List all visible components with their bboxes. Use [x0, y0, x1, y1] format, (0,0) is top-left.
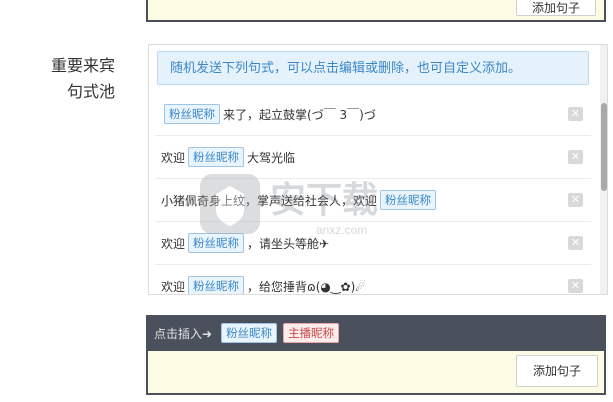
- sentence-row[interactable]: 欢迎 粉丝昵称 ，请坐头等舱✈ ✕: [155, 222, 591, 265]
- sentence-list: 粉丝昵称 来了，起立鼓掌(づ￣ 3￣)づ ✕ 欢迎 粉丝昵称 大驾光临 ✕ 小猪佩奇身上纹，掌…: [155, 93, 591, 294]
- section-label-line2: 句式池: [66, 82, 115, 101]
- sentence-text: 大驾光临: [247, 150, 296, 165]
- scrollbar-thumb[interactable]: [601, 103, 607, 191]
- fan-nickname-tag: 粉丝昵称: [188, 147, 245, 167]
- sentence-row[interactable]: 欢迎 粉丝昵称 大驾光临 ✕: [155, 136, 591, 179]
- fan-nickname-tag: 粉丝昵称: [188, 276, 245, 294]
- delete-icon[interactable]: ✕: [568, 107, 583, 121]
- insert-host-nickname-tag[interactable]: 主播昵称: [283, 323, 340, 343]
- sentence-text: 来了，起立鼓掌(づ￣ 3￣)づ: [223, 107, 376, 122]
- sentence-row[interactable]: 欢迎 粉丝昵称 ，给您捶背ɷ(◕‿✿)☄ ✕: [155, 265, 591, 294]
- fan-nickname-tag: 粉丝昵称: [380, 190, 437, 210]
- fan-nickname-tag: 粉丝昵称: [164, 104, 220, 124]
- top-sentence-editor[interactable]: 添加句子: [146, 0, 606, 22]
- sentence-text: 欢迎: [161, 150, 186, 165]
- insert-label: 点击插入➜: [154, 326, 213, 341]
- delete-icon[interactable]: ✕: [568, 193, 583, 207]
- sentence-text: ，请坐头等舱✈: [247, 236, 330, 251]
- add-sentence-button-top[interactable]: 添加句子: [516, 0, 596, 16]
- sentence-text: 小猪佩奇身上纹，掌声送给社会人，欢迎: [161, 193, 378, 208]
- sentence-text: ，给您捶背ɷ(◕‿✿)☄: [247, 279, 367, 294]
- info-notice: 随机发送下列句式，可以点击编辑或删除，也可自定义添加。: [157, 51, 589, 85]
- insert-toolbar: 点击插入➜ 粉丝昵称 主播昵称: [146, 315, 606, 351]
- insert-fan-nickname-tag[interactable]: 粉丝昵称: [221, 323, 278, 343]
- section-label-line1: 重要来宾: [50, 56, 115, 75]
- fan-nickname-tag: 粉丝昵称: [188, 233, 245, 253]
- sentence-editor[interactable]: 添加句子: [146, 351, 606, 395]
- section-label: 重要来宾 句式池: [0, 53, 115, 105]
- sentence-row[interactable]: 粉丝昵称 来了，起立鼓掌(づ￣ 3￣)づ ✕: [155, 93, 591, 136]
- add-sentence-button[interactable]: 添加句子: [516, 355, 598, 387]
- delete-icon[interactable]: ✕: [568, 150, 583, 164]
- sentence-text: 欢迎: [161, 279, 186, 294]
- delete-icon[interactable]: ✕: [568, 279, 583, 293]
- sentence-text: 欢迎: [161, 236, 186, 251]
- scrollbar[interactable]: [600, 45, 607, 294]
- sentence-row[interactable]: 小猪佩奇身上纹，掌声送给社会人，欢迎 粉丝昵称 ✕: [155, 179, 591, 222]
- sentence-pool-panel: 随机发送下列句式，可以点击编辑或删除，也可自定义添加。 粉丝昵称 来了，起立鼓掌(…: [148, 44, 608, 295]
- delete-icon[interactable]: ✕: [568, 236, 583, 250]
